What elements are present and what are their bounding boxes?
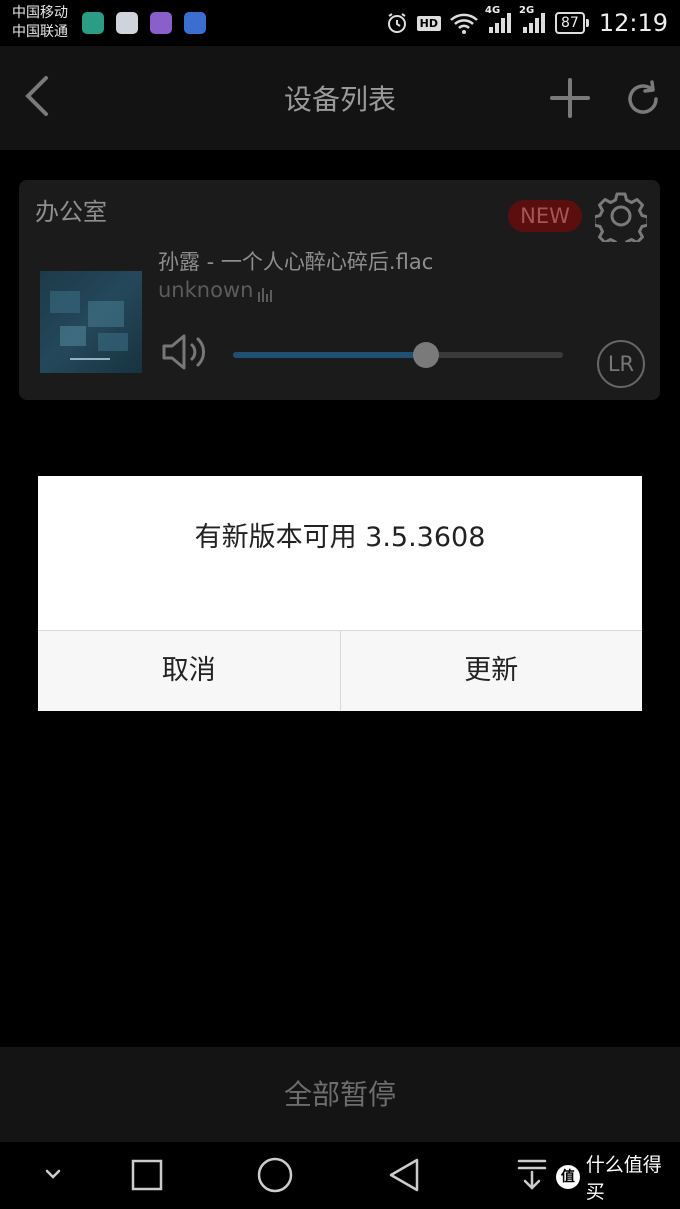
net-4g-label: 4G — [485, 5, 501, 16]
clock: 12:19 — [598, 9, 668, 37]
alarm-icon — [387, 13, 406, 33]
update-dialog: 有新版本可用 3.5.3608 取消 更新 — [38, 476, 642, 711]
back-triangle-icon[interactable] — [386, 1156, 422, 1194]
dialog-buttons: 取消 更新 — [38, 630, 642, 711]
wifi-app-icon — [184, 12, 206, 34]
wifi-signal-icon — [450, 13, 478, 34]
status-icons: HD 4G 2G 87 12:19 — [385, 5, 668, 38]
dialog-message: 有新版本可用 3.5.3608 — [194, 522, 486, 553]
recents-square-icon[interactable] — [130, 1158, 164, 1192]
status-bar: 中国移动 中国联通 HD 4G 2G 87 12:19 — [0, 0, 680, 46]
hd-icon: HD — [416, 15, 441, 31]
chevron-down-icon[interactable] — [42, 1166, 64, 1182]
carrier-1: 中国移动 — [12, 5, 68, 21]
watermark: 值 什么值得买 — [556, 1154, 680, 1203]
notification-pull-icon[interactable] — [516, 1158, 548, 1192]
update-button[interactable]: 更新 — [339, 631, 643, 711]
gallery-app-icon — [150, 12, 172, 34]
carrier-2: 中国联通 — [12, 24, 68, 40]
home-circle-icon[interactable] — [256, 1156, 294, 1194]
cancel-button[interactable]: 取消 — [38, 631, 340, 711]
battery-indicator: 87 — [555, 12, 589, 34]
watermark-text: 什么值得买 — [585, 1154, 662, 1203]
health-app-icon — [82, 12, 104, 34]
carrier-labels: 中国移动 中国联通 — [12, 4, 68, 42]
signal-2g: 2G — [519, 5, 547, 35]
net-2g-label: 2G — [519, 5, 535, 16]
signal-4g: 4G — [485, 5, 513, 35]
chat-app-icon — [116, 12, 138, 34]
watermark-logo: 值 — [556, 1165, 580, 1189]
